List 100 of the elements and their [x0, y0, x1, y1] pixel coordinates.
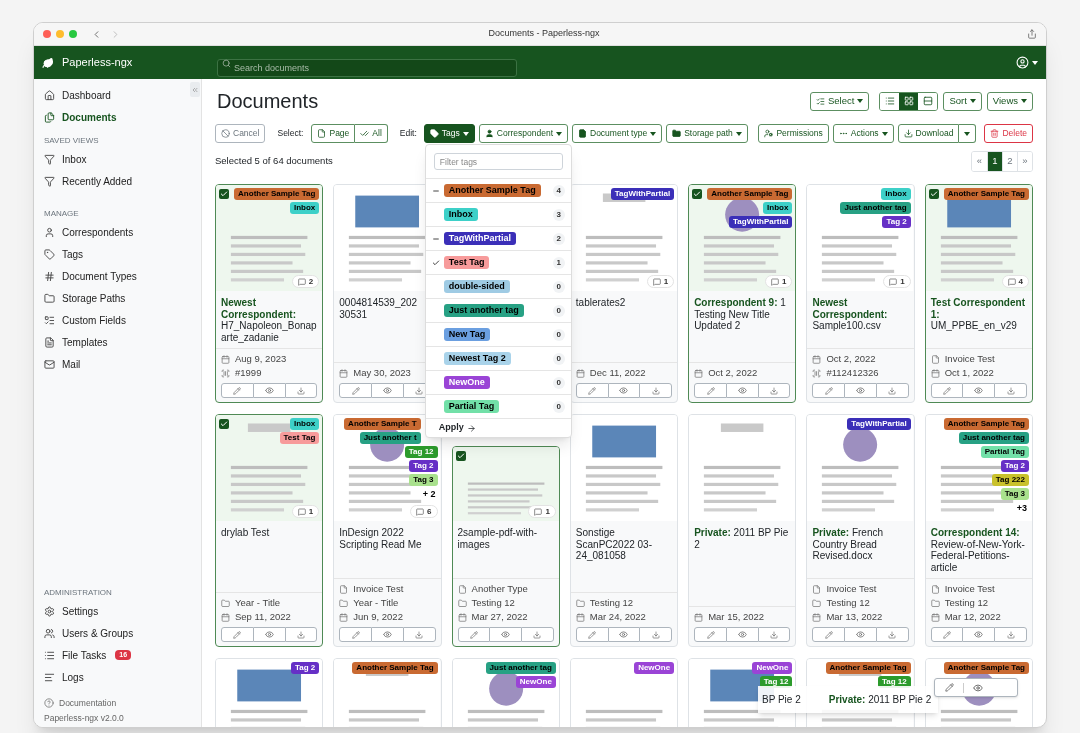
sidebar-item[interactable]: Storage Paths: [44, 287, 191, 309]
document-card[interactable]: TagWithPartial 1 tablerates2 Dec 11, 2022: [569, 184, 679, 403]
checkbox[interactable]: [219, 419, 229, 429]
sidebar-item[interactable]: Recently Added: [44, 170, 191, 192]
document-title[interactable]: Test Correspondent 1: UM_PPBE_en_v29: [930, 297, 1027, 332]
page-link[interactable]: »: [1017, 151, 1032, 171]
edit-field-button[interactable]: Storage path: [666, 124, 748, 143]
preview-button[interactable]: [253, 627, 285, 642]
checkbox[interactable]: [928, 189, 939, 199]
tag-menu-item[interactable]: Newest Tag 2 0: [425, 347, 571, 371]
document-title[interactable]: InDesign 2022 Scripting Read Me: [339, 527, 436, 550]
edit-button[interactable]: [339, 627, 373, 642]
download-button[interactable]: [639, 627, 673, 642]
edit-field-button[interactable]: Correspondent: [478, 124, 568, 143]
document-title[interactable]: 2sample-pdf-with-images: [457, 527, 554, 550]
document-title[interactable]: Newest Correspondent: H7_Napoleon_Bonaparte_zadanie: [221, 297, 318, 343]
sidebar-item[interactable]: Tags: [44, 243, 191, 265]
document-card[interactable]: Inbox Just another tag Tag 2 1 Newest Correspondent: Sample100.csv Oct 2, 2022 #112412326: [806, 184, 915, 403]
document-card[interactable]: TagWithPartial Private: French Country Bread Revised.docx Invoice Test Testing 12 Mar 13, 2022: [806, 414, 915, 647]
permissions-button[interactable]: Permissions: [758, 124, 829, 143]
views-button[interactable]: Views: [986, 91, 1033, 111]
document-card[interactable]: Another Sample Tag Inbox 2 Newest Correspondent: H7_Napoleon_Bonaparte_zadanie Aug 9, 2023 #1999: [215, 184, 324, 403]
document-title[interactable]: Correspondent 9: 1 Testing New Title Updated 2: [694, 297, 791, 332]
preview-button[interactable]: [372, 627, 403, 642]
edit-button[interactable]: [812, 383, 846, 398]
checkbox[interactable]: [692, 189, 703, 199]
document-title[interactable]: Newest Correspondent: Sample100.csv: [812, 297, 909, 332]
tag-menu-item[interactable]: Partial Tag 0: [425, 395, 571, 419]
select-menu-button[interactable]: Select: [810, 91, 870, 111]
document-card[interactable]: Inbox Test Tag 1 drylab Test Year - Title Sep 11, 2022: [215, 414, 324, 647]
preview-button[interactable]: [726, 627, 758, 642]
tag-menu-item[interactable]: New Tag 0: [425, 323, 571, 347]
actions-button[interactable]: Actions: [832, 124, 894, 143]
tag-menu-item[interactable]: Inbox 3: [425, 203, 571, 227]
cancel-button[interactable]: Cancel: [215, 124, 266, 143]
edit-button[interactable]: [575, 627, 609, 642]
app-name[interactable]: Paperless-ngx: [62, 54, 133, 71]
download-button[interactable]: [875, 383, 909, 398]
edit-button[interactable]: [221, 627, 254, 642]
download-button[interactable]: [521, 627, 554, 642]
document-card[interactable]: NewOne: [569, 658, 679, 727]
preview-button[interactable]: [963, 627, 995, 642]
documentation-link[interactable]: Documentation: [59, 696, 117, 710]
sidebar-item[interactable]: Dashboard: [44, 84, 191, 106]
document-card[interactable]: Another Sample Tag 4 Test Correspondent 1: UM_PPBE_en_v29 Invoice Test Oct 1, 2022: [924, 184, 1033, 403]
page-button[interactable]: Page: [311, 124, 356, 143]
search-field[interactable]: Search documents: [217, 58, 517, 77]
sidebar-item[interactable]: Correspondents: [44, 221, 191, 243]
zoom-button[interactable]: [69, 30, 77, 38]
edit-field-button[interactable]: Document type: [572, 124, 663, 143]
sidebar-item[interactable]: Mail: [44, 353, 191, 375]
download-button[interactable]: [994, 627, 1027, 642]
document-card[interactable]: Tag 2: [215, 658, 324, 727]
minimize-button[interactable]: [56, 30, 64, 38]
sidebar-item[interactable]: Logs: [44, 666, 191, 688]
preview-button[interactable]: [608, 627, 640, 642]
document-title[interactable]: Sonstige ScanPC2022 03-24_081058: [575, 527, 673, 562]
download-button[interactable]: [875, 627, 909, 642]
tag-menu-item[interactable]: NewOne 0: [425, 371, 571, 395]
download-button[interactable]: [757, 383, 791, 398]
sidebar-item[interactable]: Users & Groups: [44, 622, 191, 644]
filter-tags-field[interactable]: Filter tags: [433, 153, 563, 170]
preview-button[interactable]: [726, 383, 758, 398]
comments-pill[interactable]: 1: [528, 505, 556, 518]
download-button[interactable]: [284, 627, 318, 642]
download-button[interactable]: [994, 383, 1027, 398]
close-button[interactable]: [43, 30, 51, 38]
edit-button[interactable]: [930, 627, 964, 642]
view-mode-button[interactable]: [899, 92, 919, 110]
sidebar-item[interactable]: Custom Fields: [44, 309, 191, 331]
document-card[interactable]: Sonstige ScanPC2022 03-24_081058 Testing 12 Mar 24, 2022: [569, 414, 679, 647]
edit-button[interactable]: [694, 383, 727, 398]
tag-menu-item[interactable]: Another Sample Tag 4: [425, 179, 571, 203]
edit-button[interactable]: [457, 627, 491, 642]
user-avatar-icon[interactable]: [1016, 56, 1029, 69]
checkbox[interactable]: [219, 189, 229, 199]
download-button[interactable]: [402, 627, 436, 642]
document-card[interactable]: Another Sample Tag: [333, 658, 442, 727]
tag-menu-item[interactable]: Test Tag 1: [425, 251, 571, 275]
document-card[interactable]: Another Sample Tag Inbox TagWithPartial 1 Correspondent 9: 1 Testing New Title Updated 2 Oct 2, 2022: [688, 184, 797, 403]
sidebar-item[interactable]: Templates: [44, 331, 191, 353]
sidebar-item[interactable]: Documents: [44, 106, 191, 128]
tag-menu-item[interactable]: Just another tag 0: [425, 299, 571, 323]
tag-menu-item[interactable]: double-sided 0: [425, 275, 571, 299]
download-button[interactable]: Download: [897, 124, 960, 143]
share-icon[interactable]: [1027, 29, 1037, 39]
document-card[interactable]: Another Sample Tag Just another tag Partial Tag Tag 2 Tag 222 Tag 3 +3 Correspondent 14: Review-of-New-York-Federal-Petitions-article Invoice Test Testing 12 Mar 12, 2022: [924, 414, 1033, 647]
page-link[interactable]: 1: [987, 151, 1002, 171]
document-card[interactable]: Just another tag NewOne: [451, 658, 560, 727]
preview-button[interactable]: [845, 627, 876, 642]
preview-button[interactable]: [372, 383, 403, 398]
preview-button[interactable]: [608, 383, 640, 398]
preview-button[interactable]: [253, 383, 285, 398]
sort-button[interactable]: Sort: [943, 91, 982, 111]
edit-button[interactable]: [339, 383, 373, 398]
collapse-sidebar-button[interactable]: [190, 82, 200, 97]
document-card[interactable]: 1 2sample-pdf-with-images Another Type Testing 12 Mar 27, 2022: [451, 446, 560, 647]
delete-button[interactable]: Delete: [984, 124, 1033, 143]
preview-button[interactable]: [845, 383, 876, 398]
comments-pill[interactable]: 1: [883, 275, 911, 288]
